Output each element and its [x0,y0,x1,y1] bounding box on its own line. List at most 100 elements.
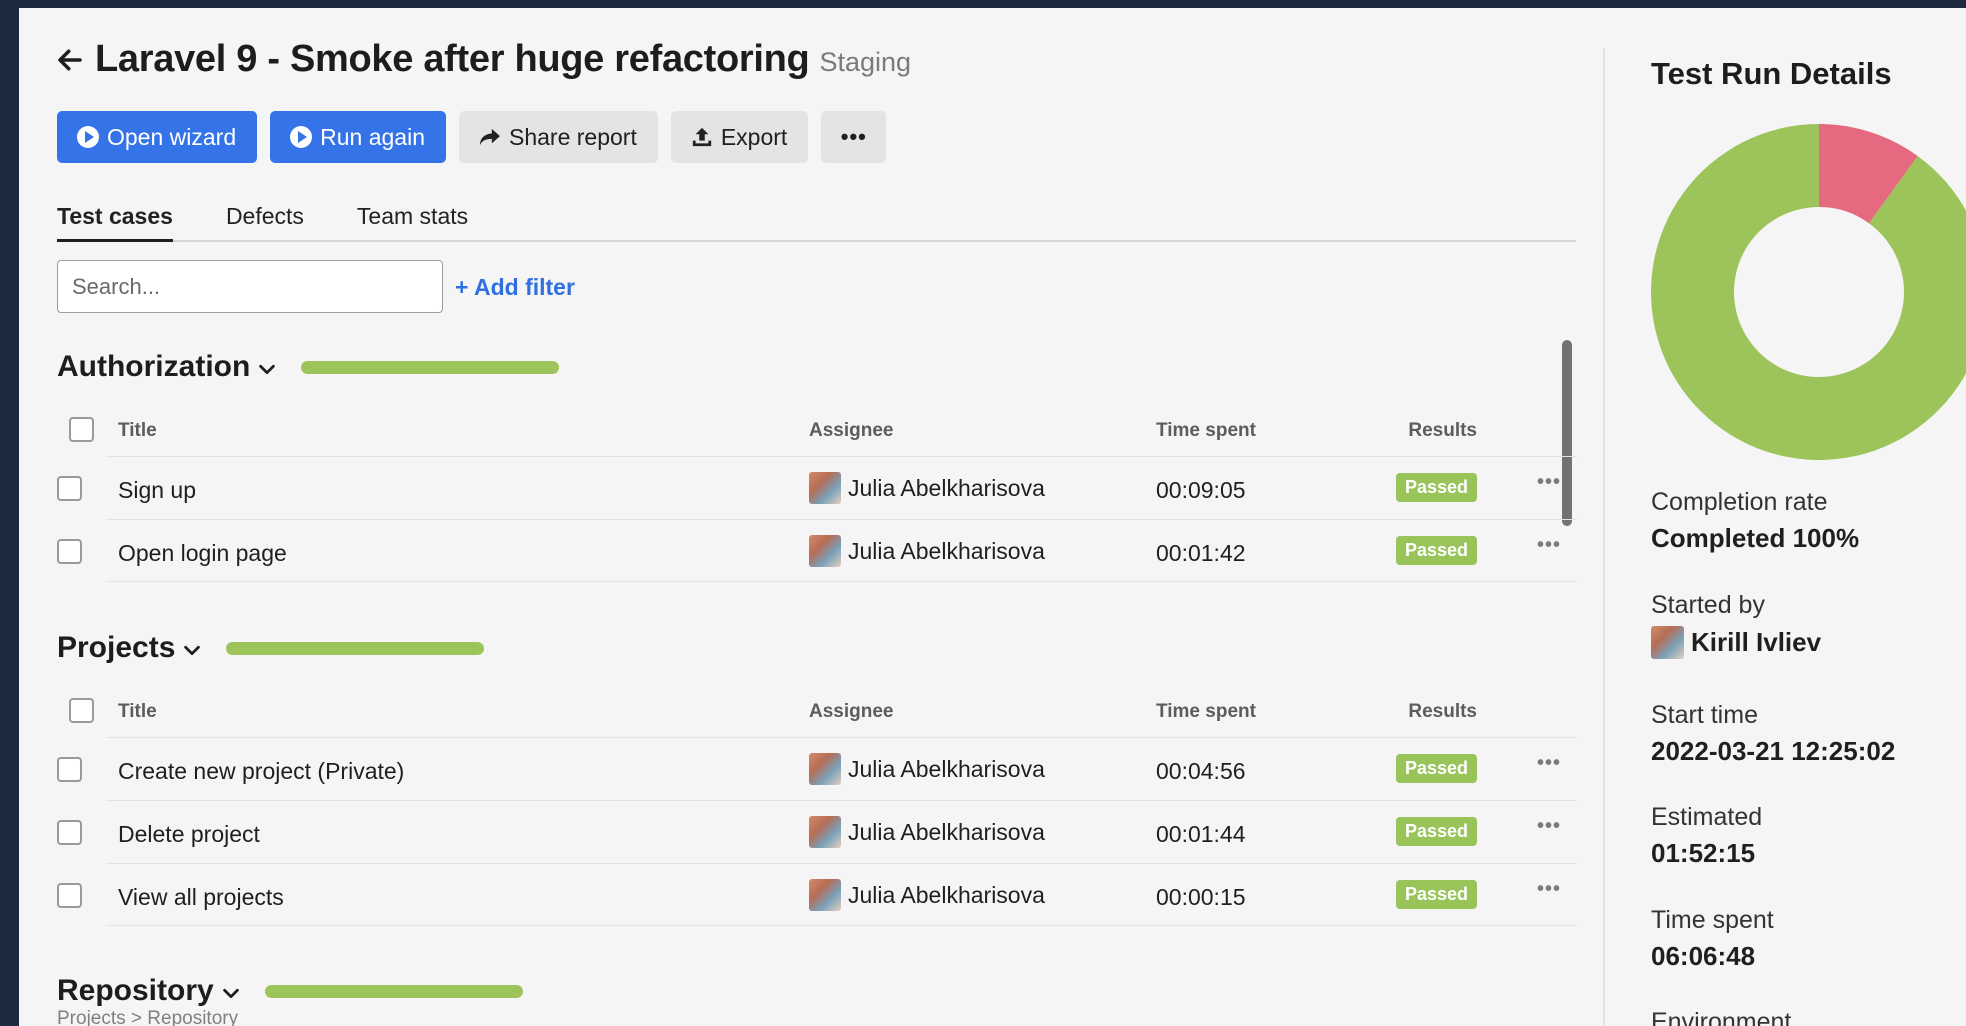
column-title: Title [118,420,157,441]
chevron-down-icon [222,988,239,999]
page-header: Laravel 9 - Smoke after huge refactoring… [55,38,911,81]
search-input[interactable] [57,260,443,313]
row-checkbox[interactable] [57,539,82,564]
table-row[interactable]: Create new project (Private) Julia Abelk… [57,737,1577,800]
column-assignee: Assignee [809,701,894,722]
time-spent: 00:09:05 [1156,477,1246,503]
avatar [809,816,841,848]
breadcrumb: Projects > Repository [57,1008,239,1026]
suite-progress-bar [226,641,485,655]
estimated-field: Estimated 01:52:15 [1651,803,1762,869]
assignee-name: Julia Abelkharisova [848,474,1045,501]
column-time-spent: Time spent [1156,701,1256,722]
table-row[interactable]: View all projects Julia Abelkharisova 00… [57,863,1577,926]
suite-header[interactable]: Authorization [57,349,1577,385]
avatar [809,753,841,785]
column-results: Results [1408,701,1477,722]
suite-header[interactable]: Projects [57,630,1577,666]
completion-label: Completion rate [1651,488,1828,516]
export-button[interactable]: Export [670,111,809,163]
row-checkbox[interactable] [57,820,82,845]
test-run-details-panel: Test Run Details Completion rate Complet… [1603,48,1966,1026]
time-spent: 00:01:44 [1156,821,1246,847]
status-badge: Passed [1395,473,1477,502]
table-row[interactable]: Sign up Julia Abelkharisova 00:09:05 Pas… [57,456,1577,519]
back-arrow-icon[interactable] [55,45,85,75]
case-title[interactable]: Open login page [118,540,287,567]
result-cell: Passed [1395,817,1477,846]
suite-header[interactable]: Repository [57,973,1577,1009]
tab-bar: Test cases Defects Team stats [57,198,1576,242]
assignee-name: Julia Abelkharisova [848,818,1045,845]
start-time-label: Start time [1651,701,1758,729]
select-all-checkbox[interactable] [69,698,94,723]
assignee-name: Julia Abelkharisova [848,881,1045,908]
case-title[interactable]: Delete project [118,821,260,848]
start-time-value: 2022-03-21 12:25:02 [1651,736,1896,766]
suite-projects: Projects Title Assignee Time spent Resul… [57,630,1577,926]
share-icon [479,128,500,146]
time-spent: 00:04:56 [1156,758,1246,784]
tab-team-stats[interactable]: Team stats [357,198,468,242]
assignee: Julia Abelkharisova [809,535,1045,567]
assignee: Julia Abelkharisova [809,816,1045,848]
add-filter-link[interactable]: + Add filter [455,274,575,301]
result-cell: Passed [1395,754,1477,783]
row-more-button[interactable]: ••• [1537,471,1561,494]
chevron-down-icon [259,364,276,375]
assignee-name: Julia Abelkharisova [848,537,1045,564]
result-cell: Passed [1395,880,1477,909]
open-wizard-button[interactable]: Open wizard [57,111,258,163]
share-report-label: Share report [508,123,637,150]
main-panel: Laravel 9 - Smoke after huge refactoring… [19,8,1604,1026]
row-more-button[interactable]: ••• [1537,815,1561,838]
upload-icon [692,127,712,147]
environment-field-label: Environment [1651,1008,1792,1026]
chevron-down-icon [184,645,201,656]
estimated-value: 01:52:15 [1651,838,1756,868]
started-by-label: Started by [1651,591,1765,619]
started-by-value: Kirill Ivliev [1651,626,1821,659]
column-time-spent: Time spent [1156,420,1256,441]
environment-label: Staging [819,47,912,77]
table-header: Title Assignee Time spent Results [57,403,1577,456]
app-window: Laravel 9 - Smoke after huge refactoring… [19,8,1966,1026]
run-again-button[interactable]: Run again [270,111,446,163]
time-spent-field: Time spent 06:06:48 [1651,906,1774,972]
more-actions-button[interactable]: ••• [821,111,887,163]
export-label: Export [720,123,788,150]
row-more-button[interactable]: ••• [1537,878,1561,901]
column-title: Title [118,701,157,722]
row-checkbox[interactable] [57,757,82,782]
select-all-checkbox[interactable] [69,417,94,442]
row-more-button[interactable]: ••• [1537,752,1561,775]
share-report-button[interactable]: Share report [458,111,658,163]
play-circle-icon [290,126,313,148]
status-badge: Passed [1395,536,1477,565]
assignee: Julia Abelkharisova [809,472,1045,504]
table-header: Title Assignee Time spent Results [57,684,1577,737]
avatar [1651,626,1684,659]
donut-slice-passed [1651,124,1966,460]
suite-name: Projects [57,631,176,664]
row-checkbox[interactable] [57,883,82,908]
table-row[interactable]: Delete project Julia Abelkharisova 00:01… [57,800,1577,863]
completion-field: Completion rate Completed 100% [1651,488,1859,554]
case-title[interactable]: View all projects [118,884,284,911]
column-results: Results [1408,420,1477,441]
avatar [809,472,841,504]
estimated-label: Estimated [1651,803,1763,831]
case-title[interactable]: Sign up [118,477,196,504]
result-cell: Passed [1395,473,1477,502]
case-title[interactable]: Create new project (Private) [118,758,404,785]
tab-defects[interactable]: Defects [226,198,304,242]
row-more-button[interactable]: ••• [1537,534,1561,557]
panel-title: Test Run Details [1651,56,1892,91]
assignee-name: Julia Abelkharisova [848,755,1045,782]
tab-test-cases[interactable]: Test cases [57,198,173,242]
status-badge: Passed [1395,817,1477,846]
table-row[interactable]: Open login page Julia Abelkharisova 00:0… [57,519,1577,582]
row-checkbox[interactable] [57,476,82,501]
time-spent-label: Time spent [1651,906,1774,934]
run-again-label: Run again [320,123,425,150]
